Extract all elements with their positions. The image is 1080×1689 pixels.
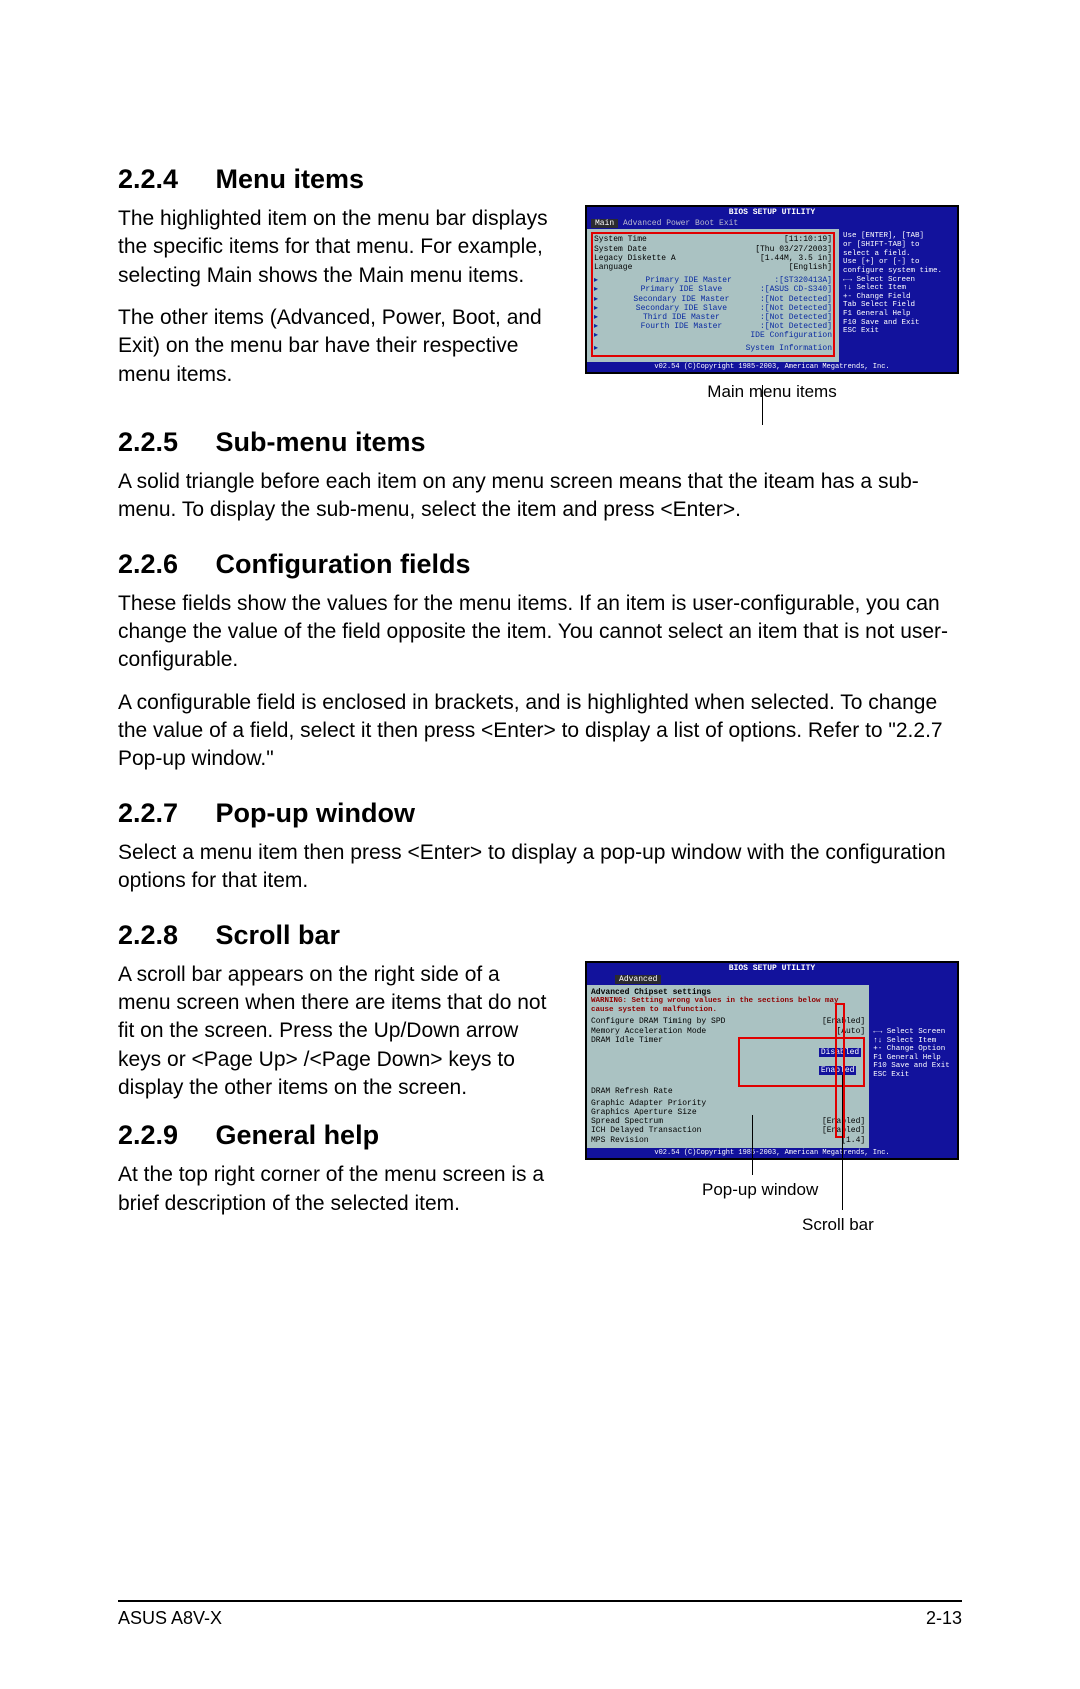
footer-right: 2-13 <box>926 1608 962 1629</box>
para-228: A scroll bar appears on the right side o… <box>118 961 558 1103</box>
bios-help-pane: ←→ Select Screen ↑↓ Select Item +- Chang… <box>869 985 957 1148</box>
bios-help-pane: Use [ENTER], [TAB] or [SHIFT-TAB] to sel… <box>839 229 957 361</box>
footer-left: ASUS A8V-X <box>118 1608 222 1629</box>
bios-menubar: Main Advanced Power Boot Exit <box>587 218 957 229</box>
heading-227: 2.2.7 Pop-up window <box>118 798 962 829</box>
scrollbar-highlight <box>835 1003 845 1138</box>
page: 2.2.4 Menu items The highlighted item on… <box>0 0 1080 1689</box>
heading-229: 2.2.9 General help <box>118 1120 558 1151</box>
para-224a: The highlighted item on the menu bar dis… <box>118 205 558 290</box>
fig1-caption: Main menu items <box>582 382 962 402</box>
para-226b: A configurable field is enclosed in brac… <box>118 689 962 774</box>
para-225: A solid triangle before each item on any… <box>118 468 962 525</box>
para-227: Select a menu item then press <Enter> to… <box>118 839 962 896</box>
popup-window: Disabled Enabled <box>738 1037 865 1087</box>
fig2-caption-scroll: Scroll bar <box>802 1215 874 1235</box>
para-226a: These fields show the values for the men… <box>118 590 962 675</box>
main-items-highlight: System Time[11:10:19] System Date[Thu 03… <box>591 232 835 356</box>
sectitle: Menu items <box>216 164 365 194</box>
heading-226: 2.2.6 Configuration fields <box>118 549 962 580</box>
fig2-caption-popup: Pop-up window <box>702 1180 818 1200</box>
bios-footer: v02.54 (C)Copyright 1985-2003, American … <box>587 362 957 372</box>
heading-225: 2.2.5 Sub-menu items <box>118 427 962 458</box>
heading-224: 2.2.4 Menu items <box>118 164 962 195</box>
page-footer: ASUS A8V-X 2-13 <box>118 1600 962 1629</box>
heading-228: 2.2.8 Scroll bar <box>118 920 962 951</box>
bios-title: BIOS SETUP UTILITY <box>587 207 957 218</box>
figure-popup-scroll: BIOS SETUP UTILITY Main Advanced Advance… <box>582 961 962 1240</box>
para-229: At the top right corner of the menu scre… <box>118 1161 558 1218</box>
figure-main-menu: BIOS SETUP UTILITY Main Advanced Power B… <box>582 205 962 402</box>
secno: 2.2.4 <box>118 164 208 195</box>
para-224b: The other items (Advanced, Power, Boot, … <box>118 304 558 389</box>
